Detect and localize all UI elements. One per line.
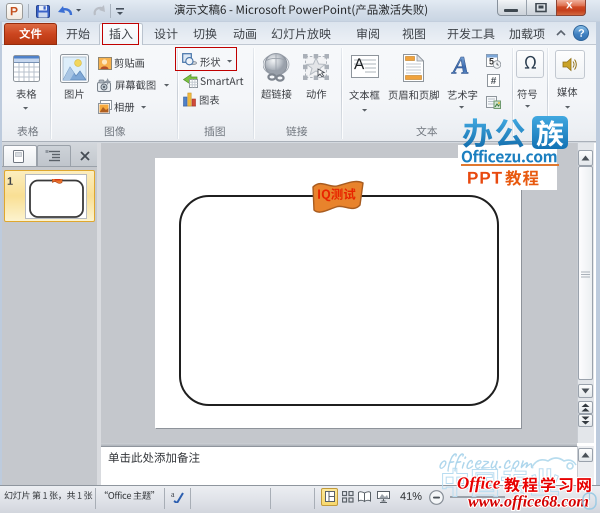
svg-text:a: a <box>171 490 175 499</box>
svg-text:#: # <box>491 76 497 87</box>
svg-text:A: A <box>451 54 470 78</box>
